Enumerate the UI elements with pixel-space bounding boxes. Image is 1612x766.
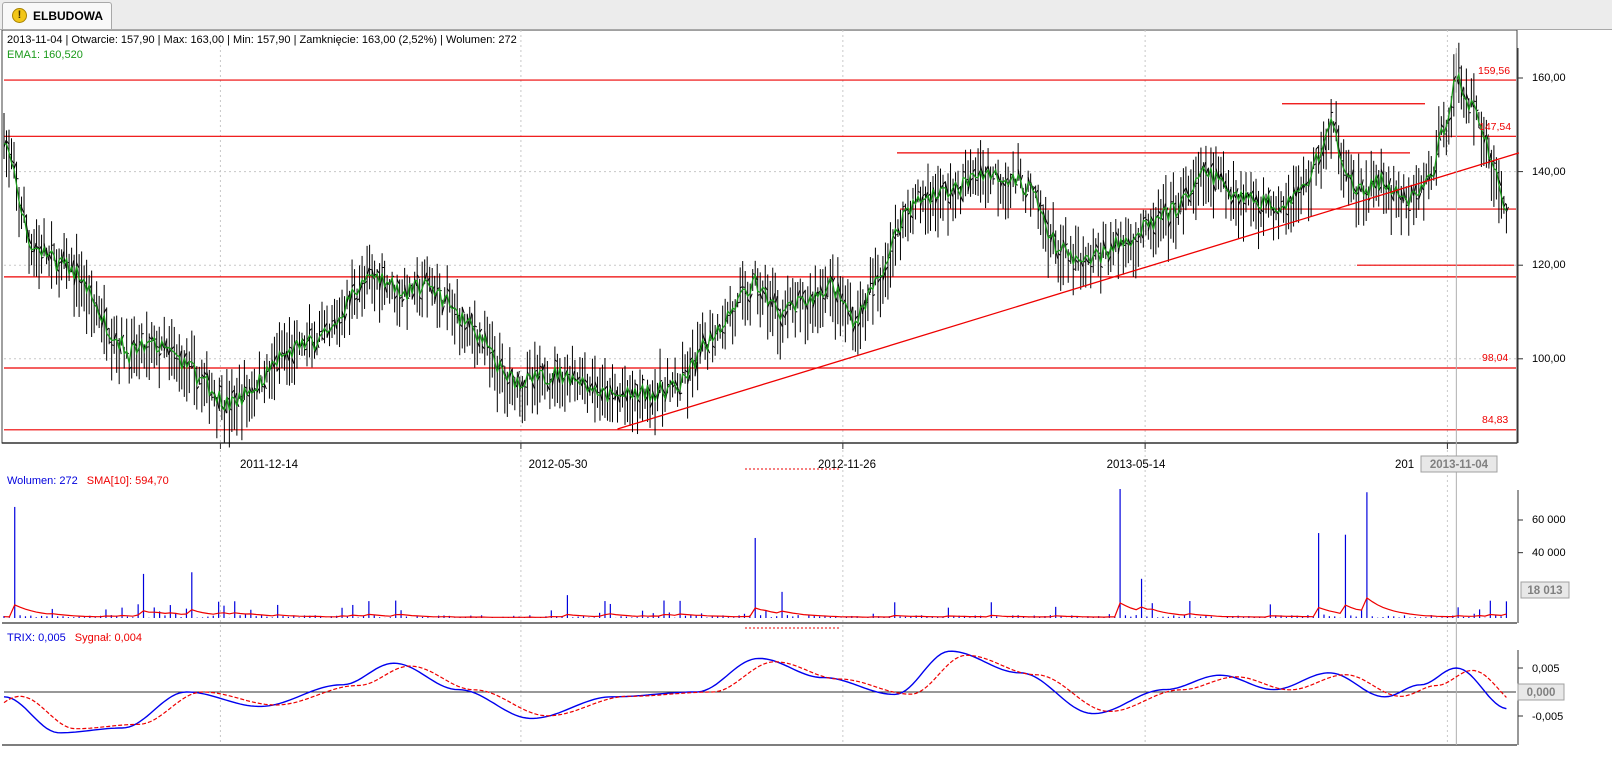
ema-label: EMA1: 160,520: [7, 49, 83, 61]
volume-bars: [3, 488, 1508, 618]
volume-tick-label: 60 000: [1532, 514, 1566, 526]
level-label: 147,54: [1479, 121, 1511, 133]
trix-signal-label: Sygnał: 0,004: [75, 632, 142, 644]
date-tick-label: 201: [1395, 459, 1414, 471]
ohlc-close-tick: [895, 233, 898, 236]
trix-tick-label: -0,005: [1532, 711, 1563, 723]
ohlc-close-tick: [1195, 182, 1199, 185]
ohlc-close-tick: [524, 386, 528, 388]
tab-elbudowa[interactable]: ! ELBUDOWA: [2, 2, 112, 29]
volume-label: Wolumen: 272 SMA[10]: 594,70: [7, 475, 169, 487]
ohlc-close-tick: [369, 268, 372, 271]
ohlc-close-tick: [1040, 204, 1043, 207]
volume-label-text: Wolumen: 272: [7, 475, 78, 487]
ohlc-close-tick: [737, 301, 740, 304]
price-y-axis: 160,00 140,00 120,00 100,00: [1532, 72, 1566, 365]
chart-area[interactable]: 2013-11-04 | Otwarcie: 157,90 | Max: 163…: [0, 30, 1612, 766]
date-axis: 2011-12-14 2012-05-30 2012-11-26 2013-05…: [240, 455, 1498, 473]
volume-tick-label: 40 000: [1532, 547, 1566, 559]
info-line: 2013-11-04 | Otwarcie: 157,90 | Max: 163…: [7, 34, 517, 46]
date-tick-label: 2013-05-14: [1107, 459, 1166, 471]
date-tick-label: 2012-11-26: [818, 459, 876, 471]
date-tick-label: 2012-05-30: [529, 459, 588, 471]
price-tick-label: 120,00: [1532, 259, 1566, 271]
trix-tick-label: 0,005: [1532, 663, 1560, 675]
price-tick-label: 100,00: [1532, 353, 1566, 365]
ohlc-close-tick: [757, 294, 760, 296]
trix-cursor-value: 0,000: [1527, 687, 1556, 699]
ohlc-close-tick: [975, 179, 978, 181]
ohlc-close-tick: [1416, 198, 1419, 200]
cursor-date: 2013-11-04: [1430, 459, 1489, 471]
level-label: 159,56: [1478, 65, 1510, 77]
volume-sma-label: SMA[10]: 594,70: [87, 475, 169, 487]
trix-label-text: TRIX: 0,005: [7, 632, 66, 644]
trix-label: TRIX: 0,005 Sygnał: 0,004: [7, 632, 142, 644]
price-tick-label: 140,00: [1532, 166, 1566, 178]
volume-cursor-value: 18 013: [1527, 585, 1562, 597]
level-label: 98,04: [1482, 352, 1508, 364]
level-label: 84,83: [1482, 414, 1508, 426]
ohlc-close-tick: [962, 171, 966, 173]
ohlc-close-tick: [1493, 162, 1497, 164]
date-tick-label: 2011-12-14: [240, 459, 299, 471]
ohlc-close-tick: [199, 383, 202, 385]
ohlc-close-tick: [742, 286, 745, 288]
price-tick-label: 160,00: [1532, 72, 1566, 84]
tab-bar: ! ELBUDOWA: [0, 0, 1612, 30]
tab-label: ELBUDOWA: [33, 9, 103, 23]
warning-icon: !: [12, 8, 27, 23]
